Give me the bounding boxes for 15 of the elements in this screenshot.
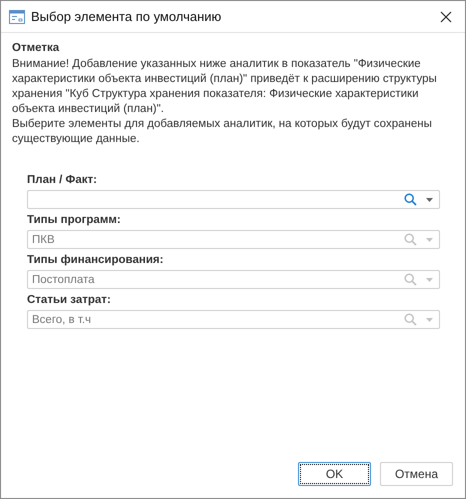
field-label: План / Факт: — [27, 173, 98, 188]
notice-text: Внимание! Добавление указанных ниже аналитик в показатель "Физические характеристики объекта инвестиций (план)" приведёт к расширению структуры хранения "Куб Структура хранения показателя: Физические характеристики объекта инвестиций (план)". — [12, 57, 438, 117]
dialog-button[interactable]: Отмена — [380, 462, 453, 486]
field-label: Типы финансирования: — [27, 253, 164, 268]
window-title: Выбор элемента по умолчанию — [31, 9, 222, 24]
dialog-button[interactable]: OK — [298, 462, 371, 486]
window-icon — [9, 10, 25, 24]
caret-icon[interactable] — [426, 198, 433, 202]
notice-text: Выберите элементы для добавляемых аналитик, на которых будут сохранены существующие данные. — [12, 117, 433, 147]
search-icon[interactable] — [404, 193, 417, 206]
field-label: Статьи затрат: — [27, 293, 112, 308]
notice-heading: Отметка — [12, 41, 60, 56]
field-label: Типы программ: — [27, 213, 122, 228]
close-icon[interactable] — [440, 10, 452, 22]
dropdown-field[interactable] — [27, 190, 440, 209]
